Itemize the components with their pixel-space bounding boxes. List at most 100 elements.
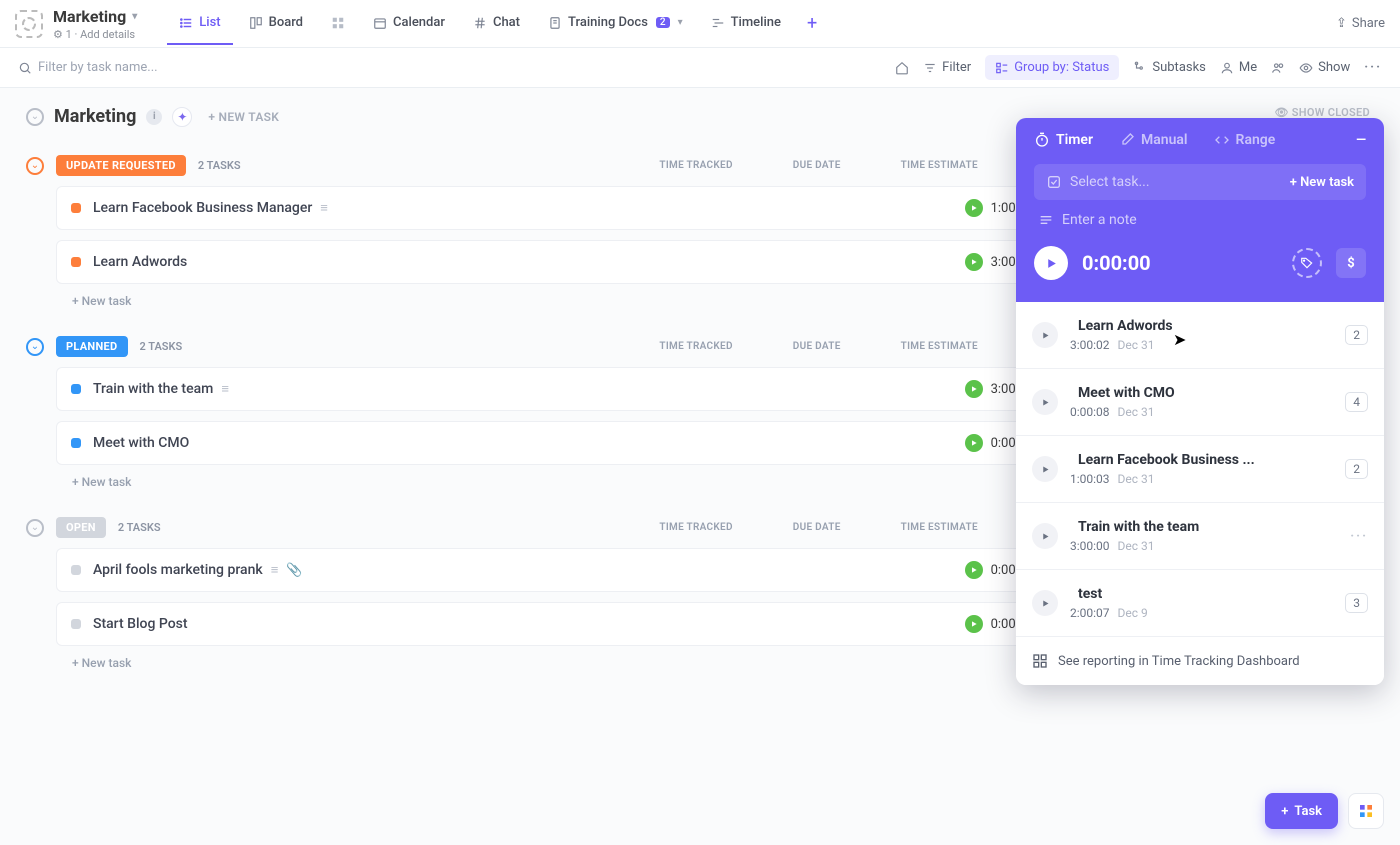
col-time-tracked: TIME TRACKED <box>659 160 732 171</box>
play-icon[interactable] <box>965 253 983 271</box>
status-square-icon[interactable] <box>71 438 81 448</box>
timer-tab-manual[interactable]: Manual <box>1119 132 1188 148</box>
entry-title: test <box>1078 586 1102 602</box>
play-entry-button[interactable] <box>1032 590 1058 616</box>
timer-value: 0:00:00 <box>1082 251 1151 275</box>
billable-button[interactable]: $ <box>1336 248 1366 278</box>
add-view-button[interactable]: + <box>797 13 827 34</box>
play-entry-button[interactable] <box>1032 389 1058 415</box>
edit-icon <box>1119 132 1135 148</box>
task-name[interactable]: Learn Facebook Business Manager <box>93 200 312 216</box>
task-select-input[interactable]: Select task... + New task <box>1034 164 1366 200</box>
status-square-icon[interactable] <box>71 565 81 575</box>
grid-icon <box>1358 803 1374 819</box>
settings-icon: ⚙ <box>53 28 63 41</box>
note-placeholder: Enter a note <box>1062 212 1137 228</box>
apps-fab[interactable] <box>1348 793 1384 829</box>
info-icon[interactable]: i <box>146 109 162 125</box>
play-icon[interactable] <box>965 615 983 633</box>
tab-calendar[interactable]: Calendar <box>361 2 457 45</box>
subtasks-label: Subtasks <box>1152 60 1206 75</box>
create-task-fab[interactable]: +Task <box>1265 793 1338 829</box>
list-icon <box>179 16 193 30</box>
tab-grid[interactable] <box>319 3 357 45</box>
play-icon[interactable] <box>965 434 983 452</box>
entry-time: 3:00:02 <box>1070 338 1110 352</box>
status-label[interactable]: PLANNED <box>56 336 128 357</box>
entry-title: Train with the team <box>1078 519 1199 535</box>
tab-calendar-label: Calendar <box>393 15 445 30</box>
entry-date: Dec 31 <box>1118 539 1155 553</box>
time-tracking-panel: Timer Manual Range — Select task... + Ne… <box>1016 118 1384 685</box>
group-collapse-button[interactable]: ⌄ <box>26 157 44 175</box>
timer-tab-timer[interactable]: Timer <box>1034 132 1093 148</box>
entry-count[interactable]: 2 <box>1345 459 1368 479</box>
tab-board[interactable]: Board <box>237 2 315 45</box>
me-button[interactable]: Me <box>1220 60 1257 75</box>
tab-list[interactable]: List <box>167 2 232 45</box>
note-input[interactable]: Enter a note <box>1034 212 1366 228</box>
task-name[interactable]: Train with the team <box>93 381 213 397</box>
status-square-icon[interactable] <box>71 257 81 267</box>
entry-count[interactable]: 2 <box>1345 325 1368 345</box>
minimize-button[interactable]: — <box>1356 133 1366 148</box>
tab-chat[interactable]: Chat <box>461 2 532 45</box>
task-name[interactable]: Meet with CMO <box>93 435 189 451</box>
group-collapse-button[interactable]: ⌄ <box>26 519 44 537</box>
tab-list-label: List <box>199 15 220 30</box>
tab-docs[interactable]: Training Docs2▾ <box>536 2 695 45</box>
col-time-estimate: TIME ESTIMATE <box>901 160 978 171</box>
status-square-icon[interactable] <box>71 619 81 629</box>
time-entry[interactable]: Learn Facebook Business ... 1:00:03Dec 3… <box>1016 436 1384 503</box>
more-icon[interactable]: ··· <box>1350 529 1368 544</box>
task-name[interactable]: Learn Adwords <box>93 254 187 270</box>
group-collapse-button[interactable]: ⌄ <box>26 338 44 356</box>
time-entry[interactable]: Learn Adwords 3:00:02Dec 31 2 <box>1016 302 1384 369</box>
entry-time: 1:00:03 <box>1070 472 1110 486</box>
start-timer-button[interactable] <box>1034 246 1068 280</box>
description-icon: ≡ <box>221 381 229 397</box>
new-task-header-button[interactable]: + NEW TASK <box>208 110 279 124</box>
tag-button[interactable] <box>1292 248 1322 278</box>
home-icon[interactable] <box>895 61 909 75</box>
status-square-icon[interactable] <box>71 384 81 394</box>
more-icon[interactable]: ··· <box>1364 60 1382 75</box>
collapse-all-button[interactable]: ⌄ <box>26 108 44 126</box>
task-name[interactable]: Start Blog Post <box>93 616 188 632</box>
subtasks-button[interactable]: Subtasks <box>1133 60 1206 75</box>
timer-tab-range[interactable]: Range <box>1214 132 1276 148</box>
people-icon[interactable] <box>1271 61 1285 75</box>
status-square-icon[interactable] <box>71 203 81 213</box>
groupby-button[interactable]: Group by: Status <box>985 55 1119 80</box>
space-heading[interactable]: Marketing▾ ⚙ 1 · Add details <box>53 7 137 41</box>
new-task-inline-button[interactable]: + New task <box>1290 175 1354 190</box>
tab-timeline[interactable]: Timeline <box>699 2 793 45</box>
entry-count[interactable]: 4 <box>1345 392 1368 412</box>
play-icon[interactable] <box>965 561 983 579</box>
task-name[interactable]: April fools marketing prank <box>93 562 263 578</box>
automation-icon[interactable]: ✦ <box>172 107 192 127</box>
time-entry[interactable]: Train with the team 3:00:00Dec 31 ··· <box>1016 503 1384 570</box>
entry-count[interactable]: 3 <box>1345 593 1368 613</box>
time-entry[interactable]: test 2:00:07Dec 9 3 <box>1016 570 1384 637</box>
search-icon <box>18 61 32 75</box>
floating-actions: +Task <box>1265 793 1384 829</box>
search-placeholder: Filter by task name... <box>38 60 158 75</box>
status-label[interactable]: OPEN <box>56 517 106 538</box>
filter-label: Filter <box>942 60 971 75</box>
space-subtitle[interactable]: ⚙ 1 · Add details <box>53 28 137 41</box>
play-icon[interactable] <box>965 380 983 398</box>
play-icon[interactable] <box>965 199 983 217</box>
tab-board-label: Board <box>269 15 303 30</box>
search-input[interactable]: Filter by task name... <box>18 60 158 75</box>
time-entry[interactable]: Meet with CMO 0:00:08Dec 31 4 <box>1016 369 1384 436</box>
filter-button[interactable]: Filter <box>923 60 971 75</box>
status-label[interactable]: UPDATE REQUESTED <box>56 155 186 176</box>
reporting-link[interactable]: See reporting in Time Tracking Dashboard <box>1016 637 1384 685</box>
show-button[interactable]: Show <box>1299 60 1350 75</box>
share-button[interactable]: ⇪Share <box>1336 16 1385 31</box>
play-entry-button[interactable] <box>1032 456 1058 482</box>
add-details-link[interactable]: Add details <box>80 28 135 41</box>
play-entry-button[interactable] <box>1032 523 1058 549</box>
play-entry-button[interactable] <box>1032 322 1058 348</box>
